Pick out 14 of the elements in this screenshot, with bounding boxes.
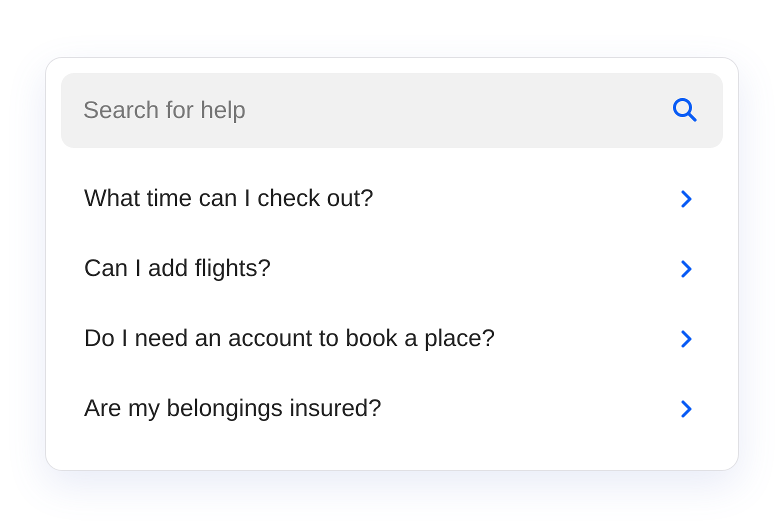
chevron-right-icon — [679, 399, 693, 419]
question-row[interactable]: Do I need an account to book a place? — [61, 304, 723, 374]
chevron-right-icon — [679, 189, 693, 209]
question-row[interactable]: What time can I check out? — [61, 164, 723, 234]
search-icon[interactable] — [671, 96, 699, 124]
question-text: What time can I check out? — [84, 185, 374, 213]
question-row[interactable]: Are my belongings insured? — [61, 374, 723, 444]
question-row[interactable]: Can I add flights? — [61, 234, 723, 304]
question-text: Are my belongings insured? — [84, 395, 383, 423]
question-text: Can I add flights? — [84, 255, 272, 283]
chevron-right-icon — [679, 259, 693, 279]
search-field[interactable]: Search for help — [61, 73, 723, 148]
question-text: Do I need an account to book a place? — [84, 325, 496, 353]
chevron-right-icon — [679, 329, 693, 349]
